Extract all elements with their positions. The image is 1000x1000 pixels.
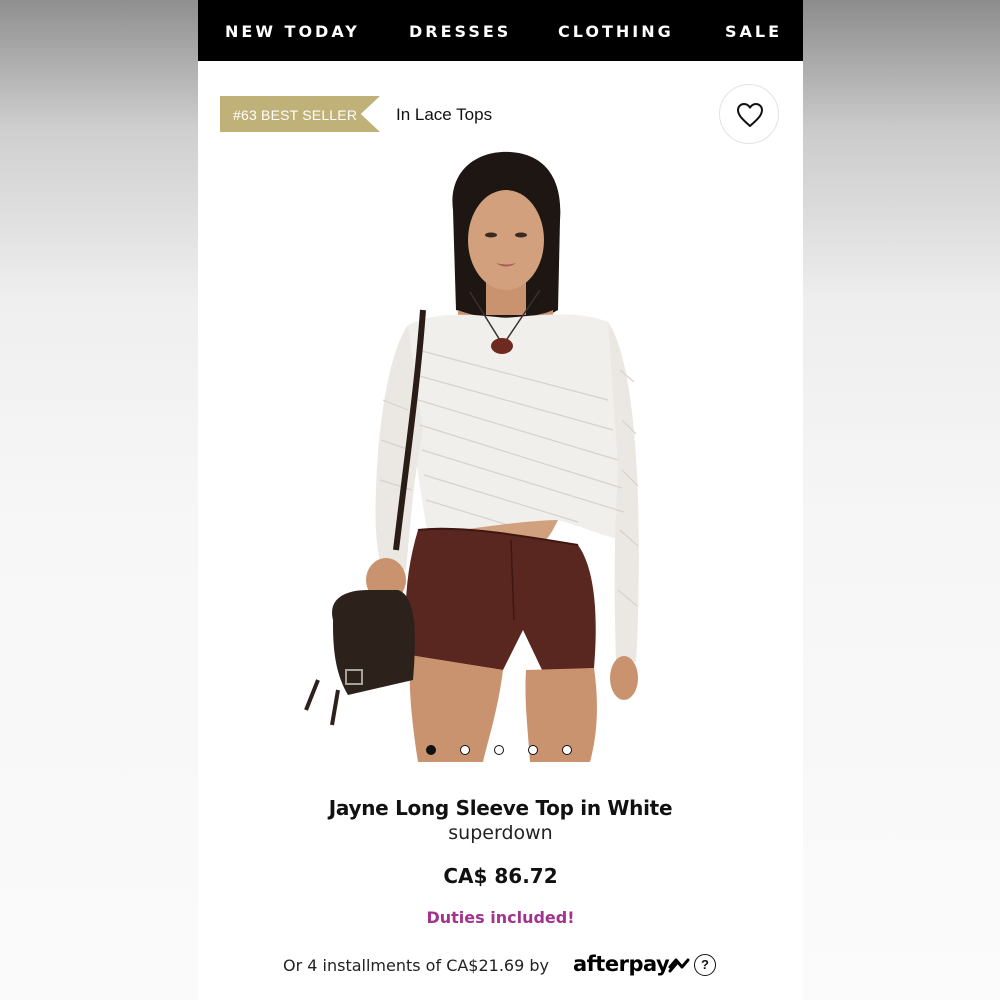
product-price: CA$ 86.72: [443, 864, 558, 888]
question-circle-icon[interactable]: ?: [694, 954, 716, 976]
favorite-button[interactable]: [719, 84, 779, 144]
best-seller-label: #63 BEST SELLER: [233, 107, 358, 123]
duties-notice: Duties included!: [426, 908, 575, 927]
pagination-dot[interactable]: [426, 745, 436, 755]
installments-text: Or 4 installments of CA$21.69 by: [283, 956, 549, 975]
product-title: Jayne Long Sleeve Top in White: [328, 796, 673, 820]
pagination-dot[interactable]: [494, 745, 504, 755]
background-right: [803, 0, 1000, 1000]
best-seller-category[interactable]: In Lace Tops: [396, 105, 492, 125]
nav-item-new-today[interactable]: NEW TODAY: [225, 22, 360, 41]
background-left: [0, 0, 198, 1000]
nav-item-dresses[interactable]: DRESSES: [409, 22, 511, 41]
best-seller-badge: #63 BEST SELLER: [220, 96, 380, 132]
nav-item-sale[interactable]: SALE: [725, 22, 782, 41]
pagination-dot[interactable]: [528, 745, 538, 755]
top-navigation: NEW TODAY DRESSES CLOTHING SALE: [198, 0, 803, 61]
pagination-dot[interactable]: [562, 745, 572, 755]
pagination-dot[interactable]: [460, 745, 470, 755]
product-page: NEW TODAY DRESSES CLOTHING SALE #63 BEST…: [198, 0, 803, 1000]
afterpay-logo: afterpay: [573, 952, 670, 976]
product-photo[interactable]: [278, 150, 723, 762]
product-brand[interactable]: superdown: [198, 822, 803, 844]
nav-item-clothing[interactable]: CLOTHING: [558, 22, 674, 41]
afterpay-arrows-icon: [667, 955, 691, 980]
